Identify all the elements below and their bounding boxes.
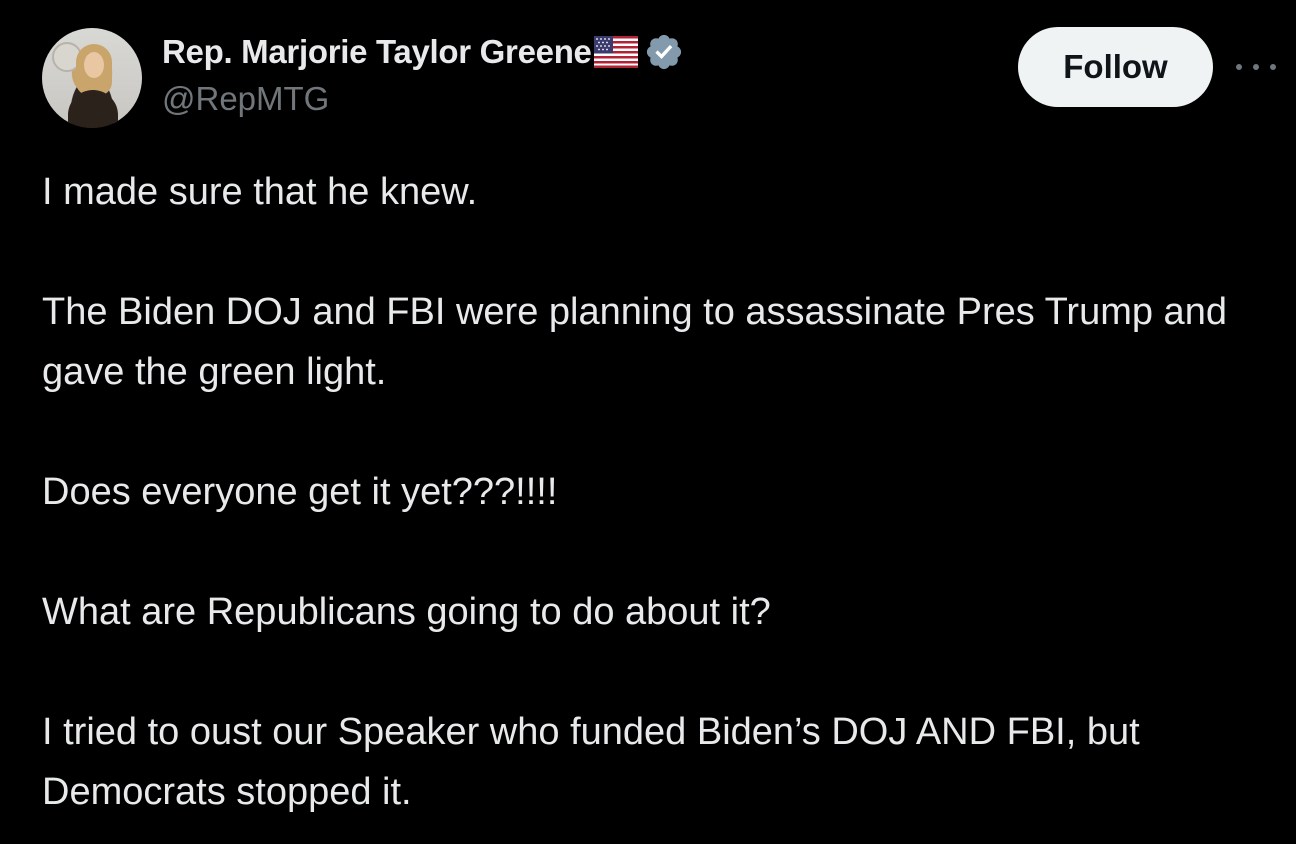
tweet-card: Rep. Marjorie Taylor Greene @RepMTG Foll… <box>0 0 1296 844</box>
tweet-paragraph: I made sure that he knew. <box>42 171 478 213</box>
author-avatar[interactable] <box>42 28 142 128</box>
author-name-row: Rep. Marjorie Taylor Greene <box>162 30 684 74</box>
tweet-paragraph: I tried to oust our Speaker who funded B… <box>42 711 1140 813</box>
tweet-paragraph: What are Republicans going to do about i… <box>42 591 771 633</box>
us-flag-icon <box>593 36 638 68</box>
author-display-name[interactable]: Rep. Marjorie Taylor Greene <box>162 33 592 71</box>
verified-badge-icon[interactable] <box>644 32 684 72</box>
tweet-paragraph: The Biden DOJ and FBI were planning to a… <box>42 291 1227 393</box>
follow-button[interactable]: Follow <box>1018 27 1213 107</box>
author-handle[interactable]: @RepMTG <box>162 80 329 118</box>
tweet-text: I made sure that he knew. The Biden DOJ … <box>42 162 1262 822</box>
more-options-icon[interactable] <box>1236 56 1276 78</box>
tweet-paragraph: Does everyone get it yet???!!!! <box>42 471 558 513</box>
